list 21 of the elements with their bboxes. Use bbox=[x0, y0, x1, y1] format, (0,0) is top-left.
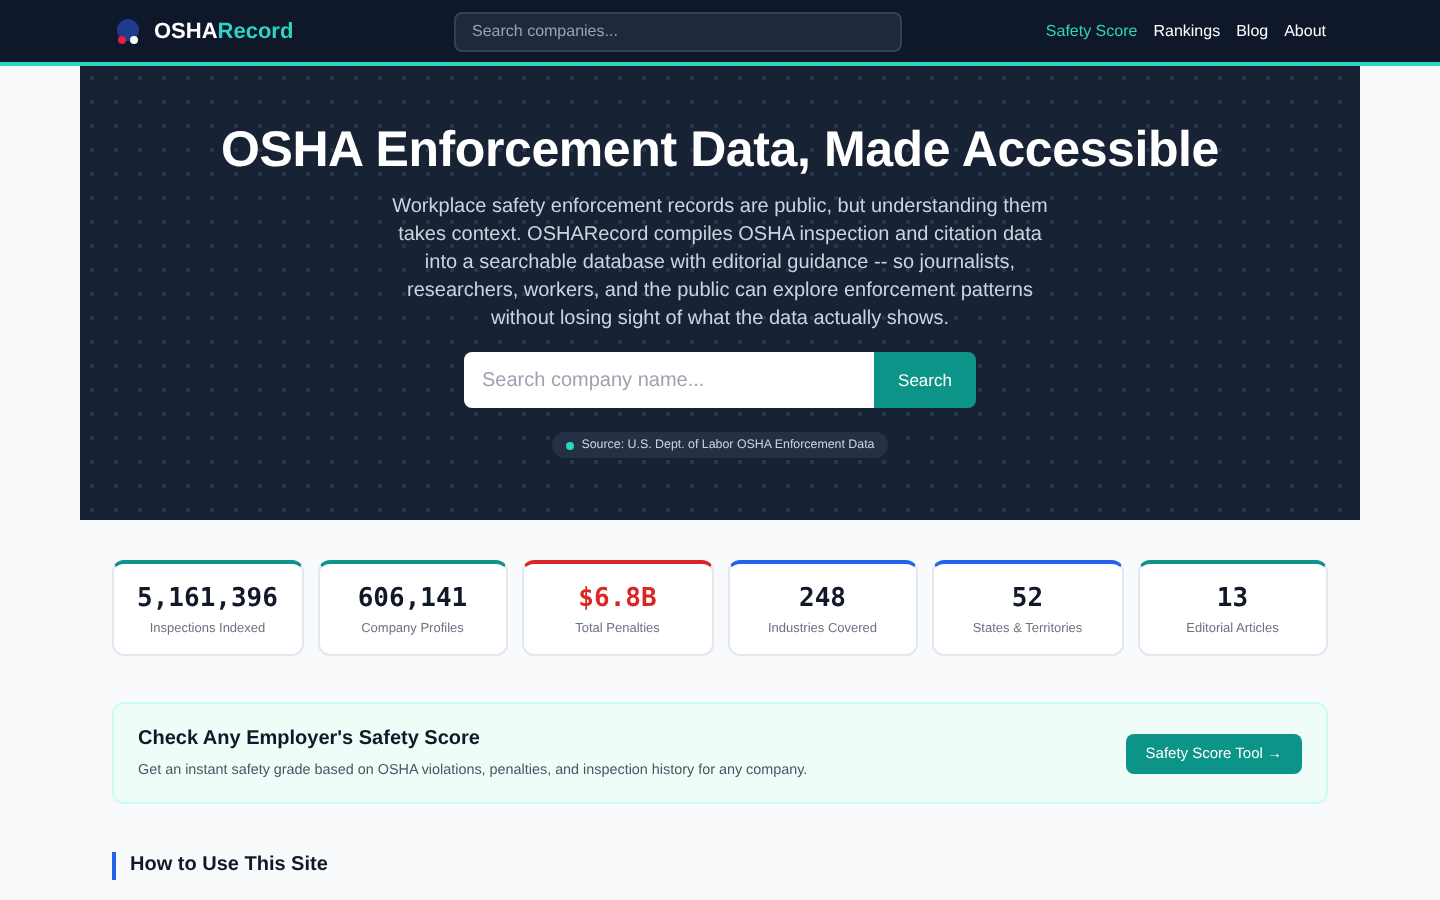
hero-title: OSHA Enforcement Data, Made Accessible bbox=[220, 122, 1220, 180]
nav-link[interactable]: About bbox=[1284, 22, 1326, 40]
stat-value: 13 bbox=[1216, 583, 1249, 613]
status-dot-icon bbox=[565, 441, 574, 449]
hero-text: Workplace safety enforcement records are public, but understanding them takes context. OSHARecord compiles OSHA inspection and citation data into a searchable database with editorial guidance -- so journalists, researchers, workers, and the public can explore enforcement patterns without losing sight of what the data actually shows. bbox=[390, 194, 1050, 334]
company-search-field[interactable]: Search company name... bbox=[464, 352, 874, 408]
stat-value: 5,161,396 bbox=[137, 583, 278, 613]
stat-value: $6.8B bbox=[578, 583, 657, 613]
search-field[interactable]: Search companies... bbox=[454, 11, 902, 51]
brand-name-accent[interactable]: Record bbox=[217, 19, 294, 43]
nav-link[interactable]: Safety Score bbox=[1045, 22, 1138, 40]
nav-link[interactable]: Blog bbox=[1236, 22, 1269, 40]
stat-value: 52 bbox=[1011, 583, 1044, 613]
stat-value: 248 bbox=[799, 583, 846, 613]
section-heading: How to Use This Site bbox=[112, 852, 1328, 880]
search-button[interactable]: Search bbox=[874, 352, 976, 408]
brand-name[interactable]: OSHA bbox=[154, 19, 218, 43]
banner-title: Check Any Employer's Safety Score bbox=[138, 728, 482, 750]
stat-value: 606,141 bbox=[357, 583, 468, 613]
logo-icon bbox=[114, 17, 142, 45]
nav-link[interactable]: Rankings bbox=[1153, 22, 1221, 40]
